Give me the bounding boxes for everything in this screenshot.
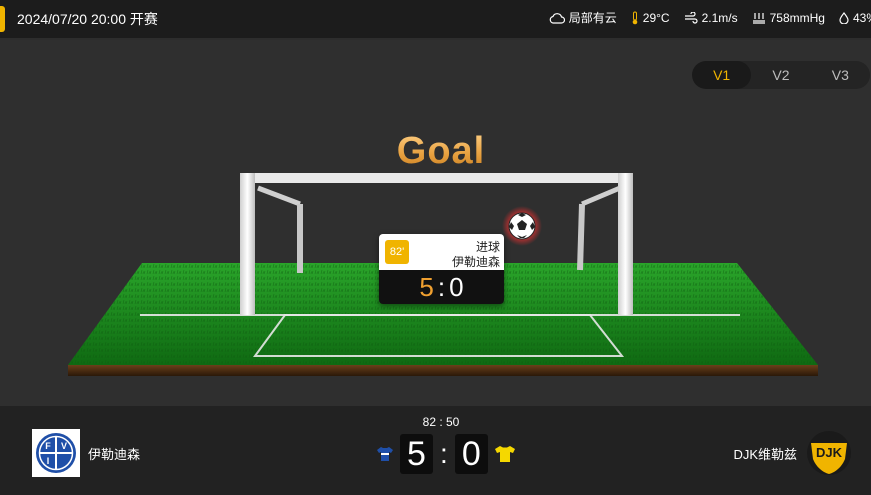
pressure-icon [752, 12, 765, 24]
home-score: 5 [400, 434, 433, 474]
soccer-ball-icon [508, 212, 536, 240]
weather-pressure-text: 758mmHg [769, 10, 825, 25]
header-bar: 2024/07/20 20:00 开赛 局部有云 29°C 2.1m/s 758… [0, 0, 871, 38]
away-score: 0 [454, 434, 488, 474]
home-shirt-icon [377, 447, 393, 461]
match-clock: 82 : 50 [422, 415, 460, 429]
event-home-score: 5 [419, 271, 434, 302]
event-team: 伊勒迪森 [451, 255, 500, 269]
weather-humidity-text: 43% [852, 10, 871, 25]
match-tracker: 2024/07/20 20:00 开赛 局部有云 29°C 2.1m/s 758… [0, 0, 871, 495]
home-team[interactable]: F V I 伊勒迪森 [32, 429, 140, 477]
svg-text:I: I [47, 456, 50, 466]
wind-icon [684, 11, 698, 24]
event-score: 5 : 0 [379, 270, 504, 304]
weather-wind-text: 2.1m/s [701, 10, 738, 25]
home-team-name: 伊勒迪森 [88, 446, 141, 462]
event-card-header: 82' 进球 伊勒迪森 [379, 234, 504, 270]
thermometer-icon [632, 11, 638, 24]
svg-text:DJK: DJK [816, 445, 843, 460]
tab-v2[interactable]: V2 [751, 61, 810, 89]
event-minute-badge: 82' [385, 240, 409, 264]
weather-temperature: 29°C [631, 11, 670, 25]
event-away-score: 0 [449, 271, 464, 302]
svg-text:F: F [45, 441, 51, 451]
svg-text:V: V [61, 441, 67, 451]
away-shirt-icon [494, 446, 515, 462]
version-tabs: V1 V2 V3 [692, 61, 870, 89]
weather-pressure: 758mmHg [752, 11, 825, 25]
weather-info: 局部有云 29°C 2.1m/s 758mmHg 43% [549, 9, 871, 26]
scoreboard-bar: 82 : 50 F V I 伊勒迪森 5 : 0 DJK维勒兹 DJK [0, 406, 871, 495]
tab-v3[interactable]: V3 [811, 61, 870, 89]
cloud-icon [549, 12, 565, 24]
event-card: 82' 进球 伊勒迪森 5 : 0 [379, 234, 504, 304]
scoreboard: 5 : 0 [376, 434, 516, 474]
djk-crest-icon: DJK [807, 431, 851, 475]
away-team-name: DJK维勒兹 [733, 446, 797, 462]
score-separator: : [440, 438, 448, 469]
weather-condition: 局部有云 [549, 9, 617, 26]
match-datetime: 2024/07/20 20:00 开赛 [17, 11, 158, 27]
goal-crossbar [240, 173, 633, 183]
event-score-separator: : [437, 271, 446, 302]
goal-left-post [240, 173, 255, 315]
tab-v1[interactable]: V1 [692, 61, 752, 89]
away-team[interactable]: DJK维勒兹 DJK [733, 429, 853, 477]
goal-right-post [618, 173, 633, 315]
weather-condition-text: 局部有云 [568, 11, 617, 25]
droplet-icon [839, 11, 849, 24]
fvi-crest-icon: F V I [32, 429, 80, 477]
pitch-soil-edge [68, 365, 818, 376]
weather-wind: 2.1m/s [684, 11, 738, 25]
weather-humidity: 43% [839, 11, 871, 25]
header-accent [0, 6, 5, 32]
weather-temperature-text: 29°C [642, 10, 670, 25]
